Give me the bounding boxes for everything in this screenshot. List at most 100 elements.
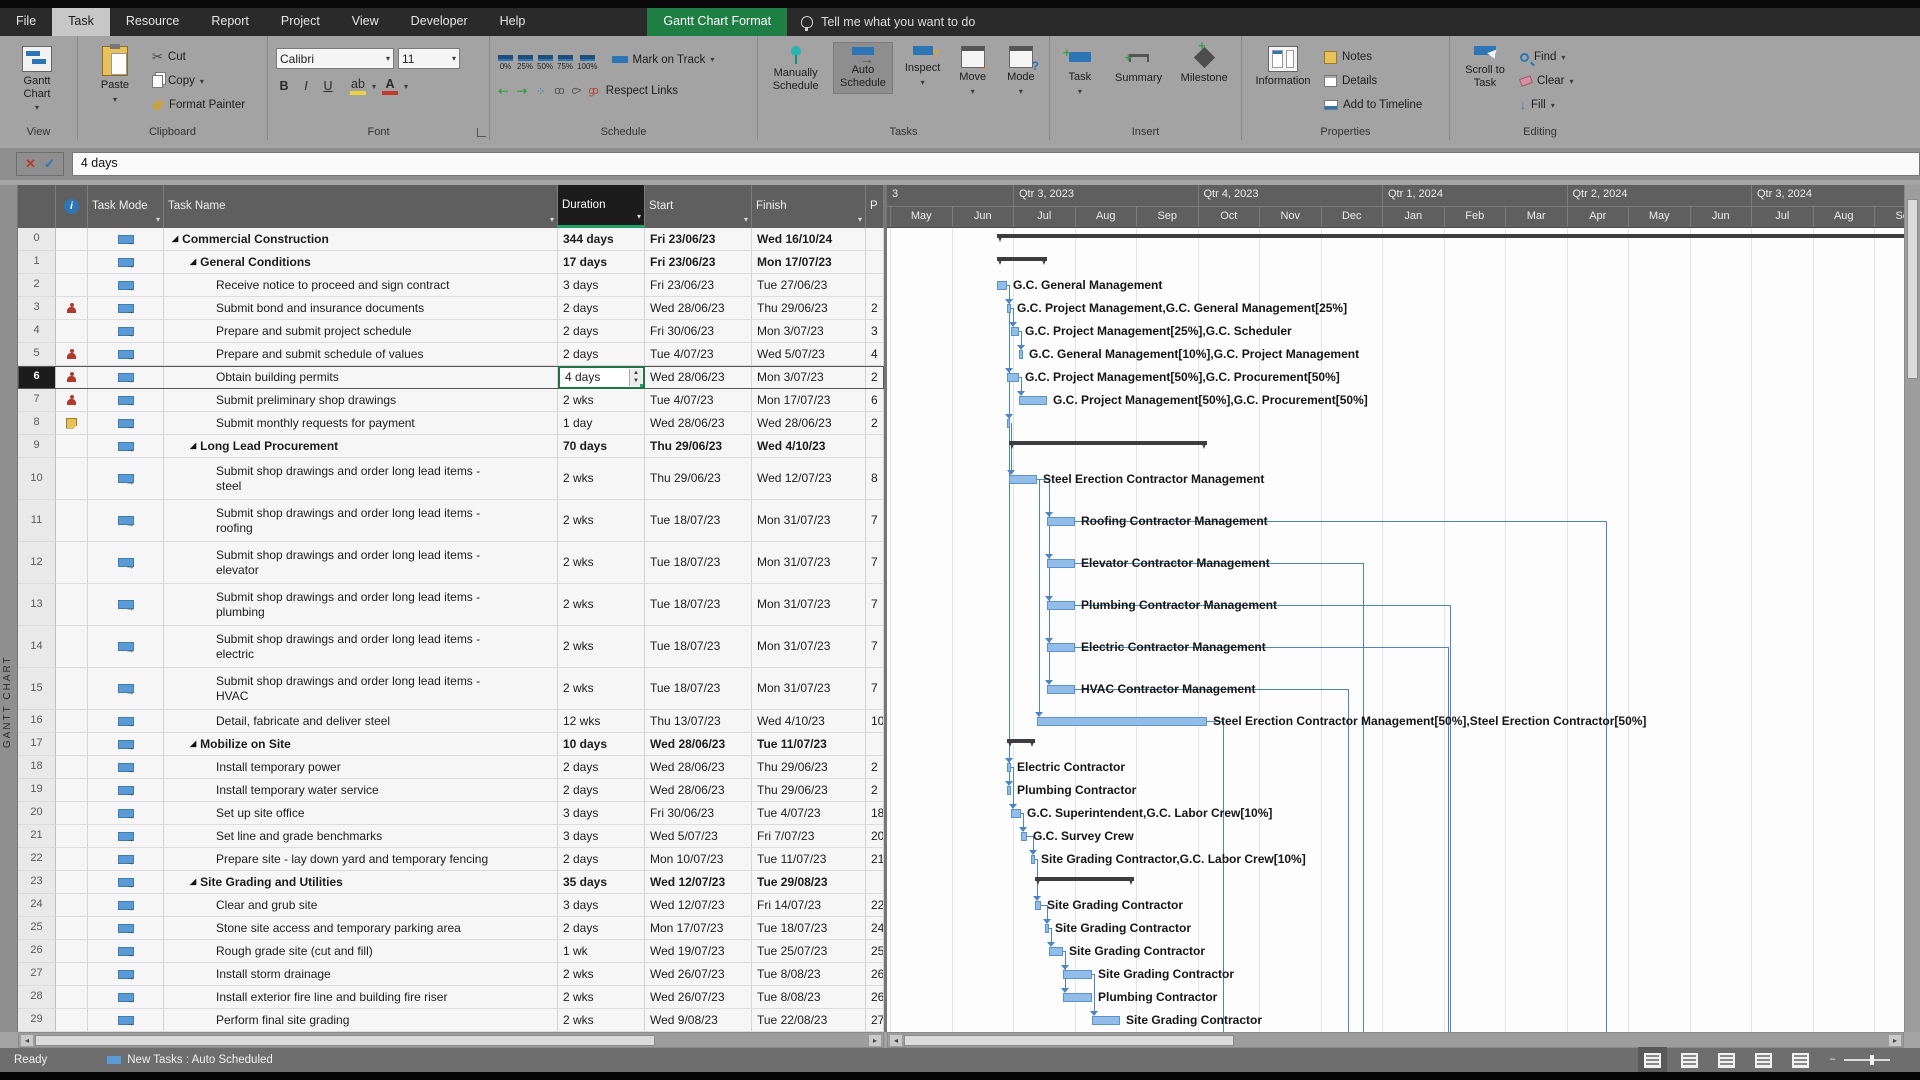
finish-cell[interactable]: Thu 29/06/23: [752, 297, 866, 320]
predecessors-cell[interactable]: 24: [866, 917, 884, 940]
notes-button[interactable]: Notes: [1324, 46, 1422, 68]
finish-cell[interactable]: Thu 29/06/23: [752, 779, 866, 802]
scrollbar-thumb[interactable]: [904, 1035, 1234, 1046]
start-cell[interactable]: Tue 18/07/23: [645, 584, 752, 626]
task-mode-cell[interactable]: [88, 542, 164, 584]
predecessors-cell[interactable]: 6: [866, 389, 884, 412]
filter-arrow-icon[interactable]: ▾: [637, 213, 641, 222]
column-header-finish[interactable]: Finish▾: [752, 185, 866, 228]
start-cell[interactable]: Wed 9/08/23: [645, 1009, 752, 1032]
duration-cell[interactable]: 3 days: [558, 894, 645, 917]
table-row[interactable]: 19Install temporary water service2 daysW…: [18, 779, 884, 802]
split-task-icon[interactable]: ⁘: [536, 85, 545, 98]
table-row[interactable]: 24Clear and grub site3 daysWed 12/07/23F…: [18, 894, 884, 917]
task-name-cell[interactable]: ◢Commercial Construction: [164, 228, 558, 251]
finish-cell[interactable]: Mon 3/07/23: [752, 366, 866, 389]
task-mode-cell[interactable]: [88, 668, 164, 710]
row-number[interactable]: 18: [18, 756, 56, 779]
task-mode-cell[interactable]: [88, 274, 164, 297]
start-cell[interactable]: Tue 18/07/23: [645, 542, 752, 584]
start-cell[interactable]: Tue 4/07/23: [645, 389, 752, 412]
details-button[interactable]: Details: [1324, 70, 1422, 92]
tell-me-box[interactable]: Tell me what you want to do: [801, 8, 975, 36]
duration-cell[interactable]: 2 days: [558, 320, 645, 343]
predecessors-cell[interactable]: 22: [866, 894, 884, 917]
task-bar[interactable]: [1047, 517, 1075, 526]
task-mode-cell[interactable]: [88, 320, 164, 343]
start-cell[interactable]: Wed 12/07/23: [645, 894, 752, 917]
task-name-cell[interactable]: Obtain building permits: [164, 366, 558, 389]
task-mode-cell[interactable]: [88, 894, 164, 917]
finish-cell[interactable]: Mon 31/07/23: [752, 584, 866, 626]
table-row[interactable]: 18Install temporary power2 daysWed 28/06…: [18, 756, 884, 779]
row-number[interactable]: 2: [18, 274, 56, 297]
row-number[interactable]: 26: [18, 940, 56, 963]
column-header-indicators[interactable]: i: [56, 185, 88, 228]
task-bar[interactable]: [1011, 327, 1019, 336]
task-mode-cell[interactable]: [88, 986, 164, 1009]
row-number[interactable]: 24: [18, 894, 56, 917]
summary-bar[interactable]: [1007, 739, 1035, 747]
finish-cell[interactable]: Wed 28/06/23: [752, 412, 866, 435]
row-number[interactable]: 11: [18, 500, 56, 542]
finish-cell[interactable]: Mon 31/07/23: [752, 500, 866, 542]
cut-button[interactable]: ✂Cut: [152, 46, 245, 68]
finish-cell[interactable]: Mon 31/07/23: [752, 542, 866, 584]
start-cell[interactable]: Tue 18/07/23: [645, 668, 752, 710]
predecessors-cell[interactable]: 7: [866, 626, 884, 668]
task-mode-cell[interactable]: [88, 963, 164, 986]
duration-cell[interactable]: 3 days: [558, 802, 645, 825]
start-cell[interactable]: Wed 28/06/23: [645, 366, 752, 389]
start-cell[interactable]: Fri 23/06/23: [645, 251, 752, 274]
task-name-cell[interactable]: Install storm drainage: [164, 963, 558, 986]
task-mode-cell[interactable]: [88, 389, 164, 412]
predecessors-cell[interactable]: 18: [866, 802, 884, 825]
predecessors-cell[interactable]: 2: [866, 756, 884, 779]
task-mode-cell[interactable]: [88, 917, 164, 940]
predecessors-cell[interactable]: 2: [866, 297, 884, 320]
font-color-button[interactable]: A: [382, 77, 398, 95]
start-cell[interactable]: Mon 10/07/23: [645, 848, 752, 871]
start-cell[interactable]: Tue 4/07/23: [645, 343, 752, 366]
filter-arrow-icon[interactable]: ▾: [156, 216, 160, 225]
zoom-slider-knob[interactable]: [1870, 1055, 1874, 1065]
fill-button[interactable]: ↓Fill▾: [1520, 94, 1574, 116]
zoom-slider[interactable]: [1844, 1059, 1890, 1061]
unlink-tasks-icon[interactable]: c>: [572, 85, 580, 97]
task-name-cell[interactable]: Submit monthly requests for payment: [164, 412, 558, 435]
predecessors-cell[interactable]: 4: [866, 343, 884, 366]
percent-complete-100%[interactable]: 100%: [577, 55, 597, 71]
row-number[interactable]: 17: [18, 733, 56, 756]
table-horizontal-scrollbar[interactable]: ◂ ▸: [18, 1032, 884, 1048]
duration-cell[interactable]: 3 days: [558, 274, 645, 297]
start-cell[interactable]: Wed 26/07/23: [645, 986, 752, 1009]
filter-arrow-icon[interactable]: ▾: [858, 216, 862, 225]
task-name-cell[interactable]: Submit shop drawings and order long lead…: [164, 458, 558, 500]
link-tasks-icon[interactable]: oo: [554, 85, 562, 97]
start-cell[interactable]: Thu 13/07/23: [645, 710, 752, 733]
task-bar[interactable]: [1007, 373, 1019, 382]
task-name-cell[interactable]: Perform final site grading: [164, 1009, 558, 1032]
finish-cell[interactable]: Mon 31/07/23: [752, 626, 866, 668]
start-cell[interactable]: Fri 30/06/23: [645, 802, 752, 825]
finish-cell[interactable]: Fri 14/07/23: [752, 894, 866, 917]
column-header-task-name[interactable]: Task Name▾: [164, 185, 558, 228]
start-cell[interactable]: Thu 29/06/23: [645, 458, 752, 500]
row-number[interactable]: 9: [18, 435, 56, 458]
entry-field[interactable]: 4 days: [72, 152, 1920, 176]
table-row[interactable]: 1◢General Conditions17 daysFri 23/06/23M…: [18, 251, 884, 274]
finish-cell[interactable]: Tue 27/06/23: [752, 274, 866, 297]
start-cell[interactable]: Fri 30/06/23: [645, 320, 752, 343]
task-bar[interactable]: [1047, 559, 1075, 568]
row-number[interactable]: 27: [18, 963, 56, 986]
task-name-cell[interactable]: Detail, fabricate and deliver steel: [164, 710, 558, 733]
duration-cell[interactable]: 2 days: [558, 848, 645, 871]
tab-developer[interactable]: Developer: [395, 8, 484, 36]
row-number[interactable]: 1: [18, 251, 56, 274]
task-name-cell[interactable]: Submit shop drawings and order long lead…: [164, 500, 558, 542]
table-row[interactable]: 28Install exterior fire line and buildin…: [18, 986, 884, 1009]
finish-cell[interactable]: Tue 11/07/23: [752, 733, 866, 756]
finish-cell[interactable]: Tue 22/08/23: [752, 1009, 866, 1032]
predecessors-cell[interactable]: 27: [866, 1009, 884, 1032]
summary-bar[interactable]: [1035, 877, 1134, 885]
